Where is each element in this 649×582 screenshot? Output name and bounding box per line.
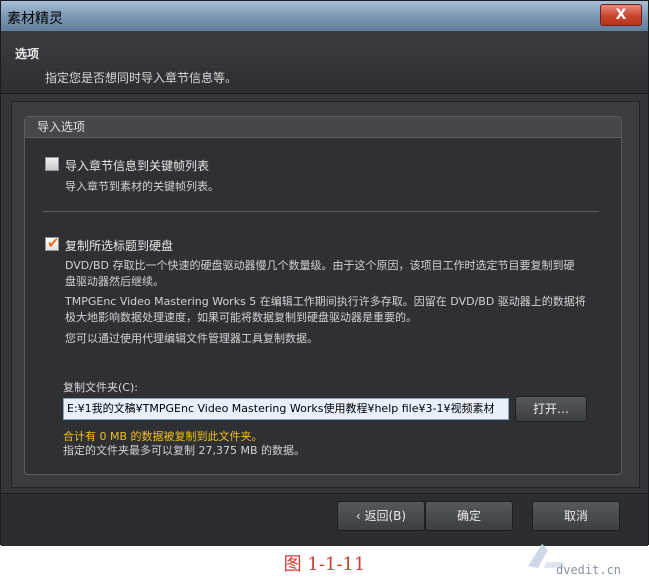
copy-description-3: 您可以通过使用代理编辑文件管理器工具复制数据。 [65,332,318,345]
page-title: 选项 [15,47,40,61]
separator [43,211,599,212]
close-icon: X [615,7,627,23]
cancel-button[interactable]: 取消 [532,501,620,531]
watermark-logo-icon: dvedit.cn [528,544,621,577]
copy-checkbox[interactable]: ✔ [45,234,60,252]
window-title: 素材精灵 [7,11,63,27]
chapter-description: 导入章节到素材的关键帧列表。 [65,180,219,193]
copy-description-1: DVD/BD 存取比一个快速的硬盘驱动器慢几个数量级。由于这个原因，该项目工作时… [65,259,575,288]
close-button[interactable]: X [600,4,642,26]
back-button-label: 返回(B) [364,509,407,523]
copy-capacity-info: 指定的文件夹最多可以复制 27,375 MB 的数据。 [63,444,306,457]
watermark-text: dvedit.cn [556,563,621,577]
dialog-window: 素材精灵 X 选项 指定您是否想同时导入章节信息等。 导入选项 导入章节信息到关… [0,0,649,546]
group-title: 导入选项 [25,117,621,138]
copy-description-2: TMPGEnc Video Mastering Works 5 在编辑工作期间执… [65,295,586,324]
open-folder-button[interactable]: 打开… [515,396,587,422]
chapter-checkbox-label[interactable]: 导入章节信息到关键帧列表 [65,157,209,174]
chapter-checkbox[interactable] [45,157,59,171]
back-button[interactable]: ‹ 返回(B) [337,501,425,531]
copy-checkbox-label[interactable]: 复制所选标题到硬盘 [65,237,173,254]
page-description: 指定您是否想同时导入章节信息等。 [45,71,238,85]
checkmark-icon: ✔ [47,234,60,252]
watermark: dvedit.cn [520,536,640,578]
import-options-group: 导入选项 导入章节信息到关键帧列表 导入章节到素材的关键帧列表。 ✔ 复制所选标… [24,116,622,475]
title-bar[interactable]: 素材精灵 X [1,1,648,31]
page-header: 选项 指定您是否想同时导入章节信息等。 [1,31,648,94]
ok-button[interactable]: 确定 [425,501,513,531]
chevron-left-icon: ‹ [355,509,365,523]
folder-path-input[interactable]: E:¥1我的文稿¥TMPGEnc Video Mastering Works使用… [63,398,509,420]
folder-label: 复制文件夹(C): [63,381,138,394]
content-panel: 导入选项 导入章节信息到关键帧列表 导入章节到素材的关键帧列表。 ✔ 复制所选标… [11,101,640,488]
